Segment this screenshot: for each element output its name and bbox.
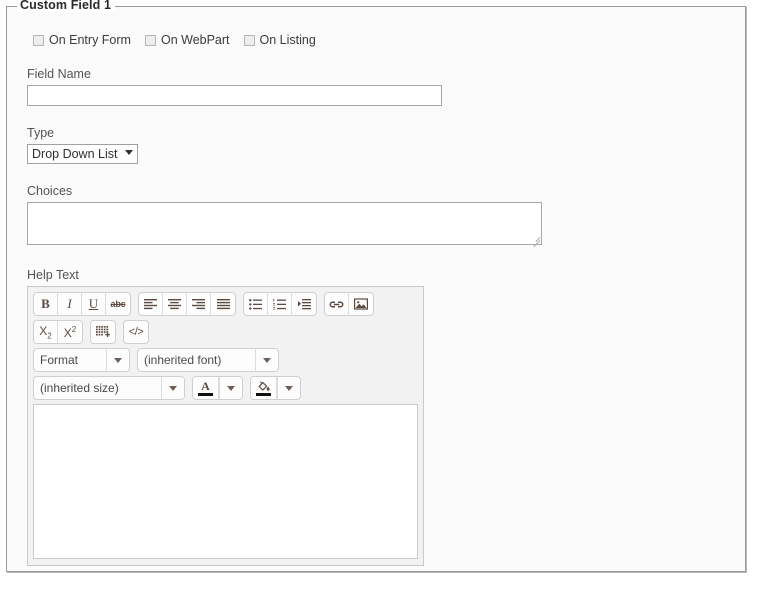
- code-icon: </>: [128, 326, 144, 338]
- checkbox-label-on-webpart: On WebPart: [160, 33, 230, 47]
- checkbox-box-on-entry-form[interactable]: [33, 34, 44, 46]
- link-icon: [329, 300, 344, 308]
- bullet-list-icon: [249, 298, 262, 310]
- strikethrough-icon: abc: [110, 299, 126, 309]
- source-code-button[interactable]: </>: [124, 321, 148, 343]
- rich-text-editor: B I U abc X2 X2 </> Format (inherited fo…: [27, 286, 424, 566]
- checkbox-box-on-listing[interactable]: [243, 34, 255, 46]
- type-select-value[interactable]: Drop Down List: [27, 144, 139, 164]
- font-color-dropdown[interactable]: [219, 377, 242, 399]
- align-justify-icon: [216, 298, 230, 309]
- script-group: X2 X2: [33, 320, 83, 344]
- bullet-list-button[interactable]: [244, 293, 268, 315]
- font-select[interactable]: (inherited font): [137, 348, 279, 372]
- chevron-down-icon: [169, 385, 177, 391]
- choices-textarea[interactable]: [27, 202, 542, 245]
- text-style-group: B I U abc: [33, 292, 131, 316]
- format-select[interactable]: Format: [33, 348, 130, 372]
- chevron-down-icon: [263, 357, 271, 363]
- source-group: </>: [123, 320, 149, 344]
- chevron-down-icon: [285, 385, 293, 391]
- fieldset-content: On Entry Form On WebPart On Listing Fiel…: [7, 7, 745, 571]
- numbered-list-icon: [273, 298, 286, 309]
- font-color-icon: A: [201, 378, 210, 393]
- font-select-value: (inherited font): [144, 353, 222, 367]
- chevron-down-icon: [114, 357, 122, 363]
- indent-button[interactable]: [292, 293, 316, 315]
- type-group: Type Drop Down List: [27, 126, 725, 164]
- numbered-list-button[interactable]: [268, 293, 292, 315]
- field-name-label: Field Name: [27, 67, 91, 81]
- checkbox-on-entry-form[interactable]: On Entry Form: [33, 33, 131, 47]
- background-color-swatch: [256, 392, 271, 396]
- align-right-button[interactable]: [187, 293, 211, 315]
- background-color-control: [250, 376, 301, 400]
- help-text-editable-area[interactable]: [33, 404, 418, 559]
- subscript-button[interactable]: X2: [34, 321, 58, 343]
- align-left-button[interactable]: [139, 293, 163, 315]
- type-select[interactable]: Drop Down List: [27, 144, 139, 164]
- editor-toolbar-row-4: (inherited size) A: [33, 376, 418, 400]
- checkbox-box-on-webpart[interactable]: [144, 34, 156, 46]
- help-text-group: Help Text B I U abc X2 X2 </> Format (in…: [27, 268, 725, 566]
- superscript-button[interactable]: X2: [58, 321, 82, 343]
- align-justify-button[interactable]: [211, 293, 235, 315]
- align-left-icon: [144, 298, 157, 309]
- italic-button[interactable]: I: [58, 293, 82, 315]
- align-center-button[interactable]: [163, 293, 187, 315]
- font-select-arrow[interactable]: [255, 349, 278, 371]
- bold-button[interactable]: B: [34, 293, 58, 315]
- chevron-down-icon: [125, 150, 134, 155]
- font-color-button[interactable]: A: [193, 377, 219, 399]
- underline-button[interactable]: U: [82, 293, 106, 315]
- custom-field-fieldset: Custom Field 1 On Entry Form On WebPart …: [6, 0, 746, 572]
- type-label: Type: [27, 126, 55, 140]
- superscript-icon: X2: [63, 324, 77, 340]
- chevron-down-icon: [227, 385, 235, 391]
- paint-bucket-icon: [258, 380, 270, 391]
- choices-group: Choices: [27, 184, 725, 248]
- editor-toolbar-row-3: Format (inherited font): [33, 348, 418, 372]
- checkbox-label-on-listing: On Listing: [259, 33, 316, 47]
- checkbox-on-webpart[interactable]: On WebPart: [144, 33, 230, 47]
- visibility-checkbox-row: On Entry Form On WebPart On Listing: [33, 33, 725, 47]
- image-icon: [354, 298, 368, 310]
- background-color-button[interactable]: [251, 377, 277, 399]
- indent-icon: [297, 298, 311, 309]
- alignment-group: [138, 292, 236, 316]
- insert-table-button[interactable]: [91, 321, 115, 343]
- underline-icon: U: [88, 296, 99, 311]
- checkbox-on-listing[interactable]: On Listing: [243, 33, 316, 47]
- align-center-icon: [168, 298, 181, 309]
- table-group: [90, 320, 116, 344]
- field-name-group: Field Name: [27, 67, 725, 106]
- subscript-icon: X2: [39, 323, 52, 341]
- format-select-value: Format: [40, 353, 79, 367]
- choices-textarea-wrap: [27, 202, 542, 248]
- field-name-input[interactable]: [27, 85, 442, 106]
- insert-link-button[interactable]: [325, 293, 349, 315]
- help-text-label: Help Text: [27, 268, 79, 282]
- choices-label: Choices: [27, 184, 73, 198]
- align-right-icon: [192, 298, 205, 309]
- editor-toolbar-row-2: X2 X2 </>: [33, 320, 418, 344]
- size-select-value: (inherited size): [40, 381, 119, 395]
- bold-icon: B: [41, 296, 50, 311]
- size-select[interactable]: (inherited size): [33, 376, 185, 400]
- list-group: [243, 292, 317, 316]
- editor-toolbar-row-1: B I U abc: [33, 292, 418, 316]
- font-color-swatch: [198, 392, 213, 396]
- font-color-control: A: [192, 376, 243, 400]
- format-select-arrow[interactable]: [106, 349, 129, 371]
- insert-group: [324, 292, 374, 316]
- italic-icon: I: [67, 296, 72, 311]
- strikethrough-button[interactable]: abc: [106, 293, 130, 315]
- size-select-arrow[interactable]: [161, 377, 184, 399]
- background-color-dropdown[interactable]: [277, 377, 300, 399]
- insert-image-button[interactable]: [349, 293, 373, 315]
- table-icon: [96, 325, 110, 337]
- checkbox-label-on-entry-form: On Entry Form: [49, 33, 131, 47]
